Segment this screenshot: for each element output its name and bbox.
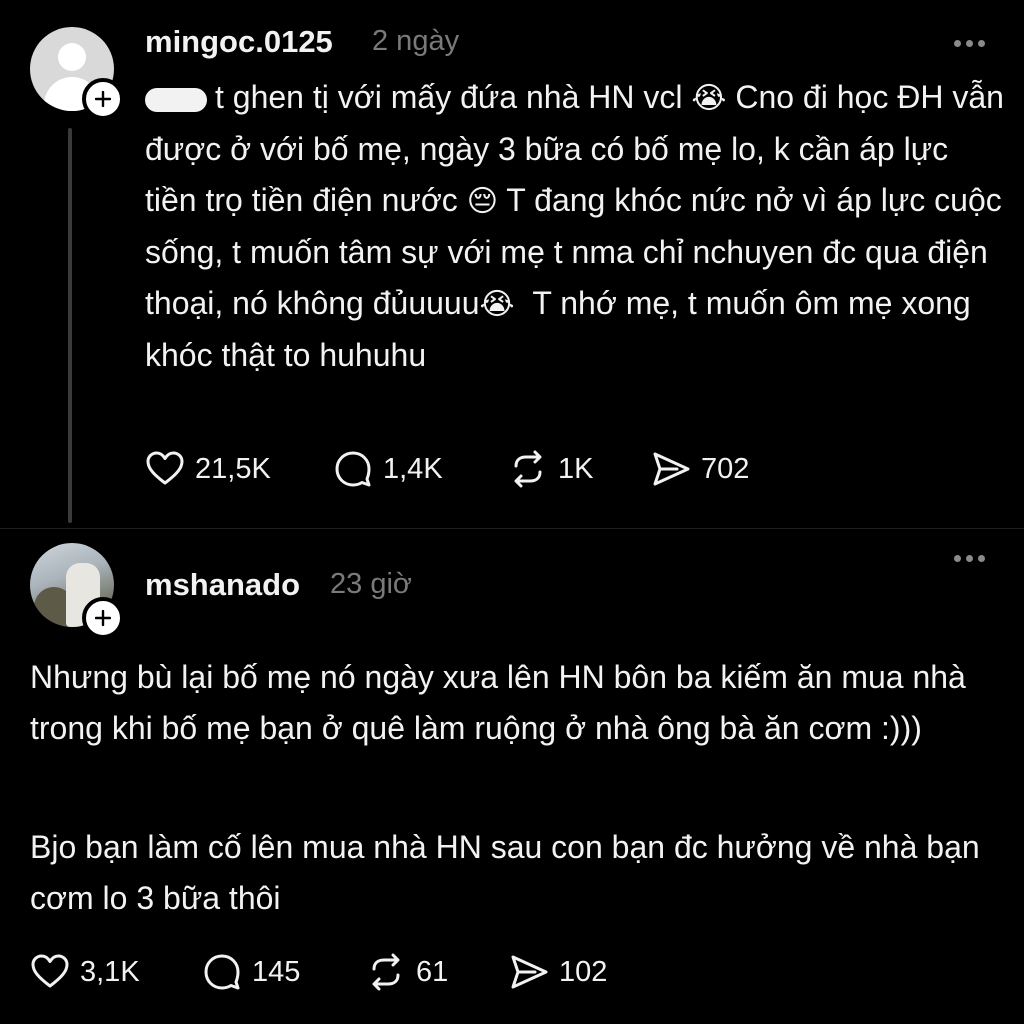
like-count: 21,5K xyxy=(195,452,271,485)
username[interactable]: mshanado xyxy=(145,567,300,603)
post-text: t ghen tị với mấy đứa nhà HN vcl 😭 Cno đ… xyxy=(145,79,1004,373)
repost-button[interactable]: 1K xyxy=(508,447,593,491)
post-time: 23 giờ xyxy=(330,568,412,600)
like-button[interactable]: 3,1K xyxy=(30,950,140,994)
heart-icon xyxy=(145,449,185,489)
share-button[interactable]: 702 xyxy=(651,447,749,491)
loudly-crying-emoji: 😭 xyxy=(479,287,515,322)
comment-button[interactable]: 1,4K xyxy=(333,447,443,491)
redacted-word xyxy=(145,87,207,112)
repost-icon xyxy=(366,952,406,992)
share-count: 702 xyxy=(701,452,750,485)
comment-button[interactable]: 145 xyxy=(202,950,300,994)
plus-icon xyxy=(95,91,111,107)
default-person-icon xyxy=(58,43,86,71)
pensive-emoji: 😔 xyxy=(466,184,498,219)
divider xyxy=(0,528,1024,529)
follow-plus-button[interactable] xyxy=(82,597,124,639)
comment-count: 145 xyxy=(252,955,301,988)
heart-icon xyxy=(30,952,70,992)
comment-count: 1,4K xyxy=(383,452,443,485)
send-icon xyxy=(509,952,549,992)
username[interactable]: mingoc.0125 xyxy=(145,24,333,60)
repost-icon xyxy=(508,449,548,489)
more-options-icon[interactable] xyxy=(950,33,990,53)
send-icon xyxy=(651,449,691,489)
post-time: 2 ngày xyxy=(372,25,460,57)
more-options-icon[interactable] xyxy=(950,548,990,568)
loudly-crying-emoji: 😭 xyxy=(691,81,727,116)
share-count: 102 xyxy=(559,955,608,988)
comment-icon xyxy=(202,952,242,992)
repost-count: 61 xyxy=(416,955,449,988)
plus-icon xyxy=(95,610,111,626)
post-text: Bjo bạn làm cố lên mua nhà HN sau con bạ… xyxy=(30,829,980,916)
like-count: 3,1K xyxy=(80,955,140,988)
repost-button[interactable]: 61 xyxy=(366,950,448,994)
thread-line xyxy=(68,128,72,523)
like-button[interactable]: 21,5K xyxy=(145,447,271,491)
comment-icon xyxy=(333,449,373,489)
repost-count: 1K xyxy=(558,452,594,485)
follow-plus-button[interactable] xyxy=(82,78,124,120)
share-button[interactable]: 102 xyxy=(509,950,607,994)
post-text: Nhưng bù lại bố mẹ nó ngày xưa lên HN bô… xyxy=(30,659,966,746)
